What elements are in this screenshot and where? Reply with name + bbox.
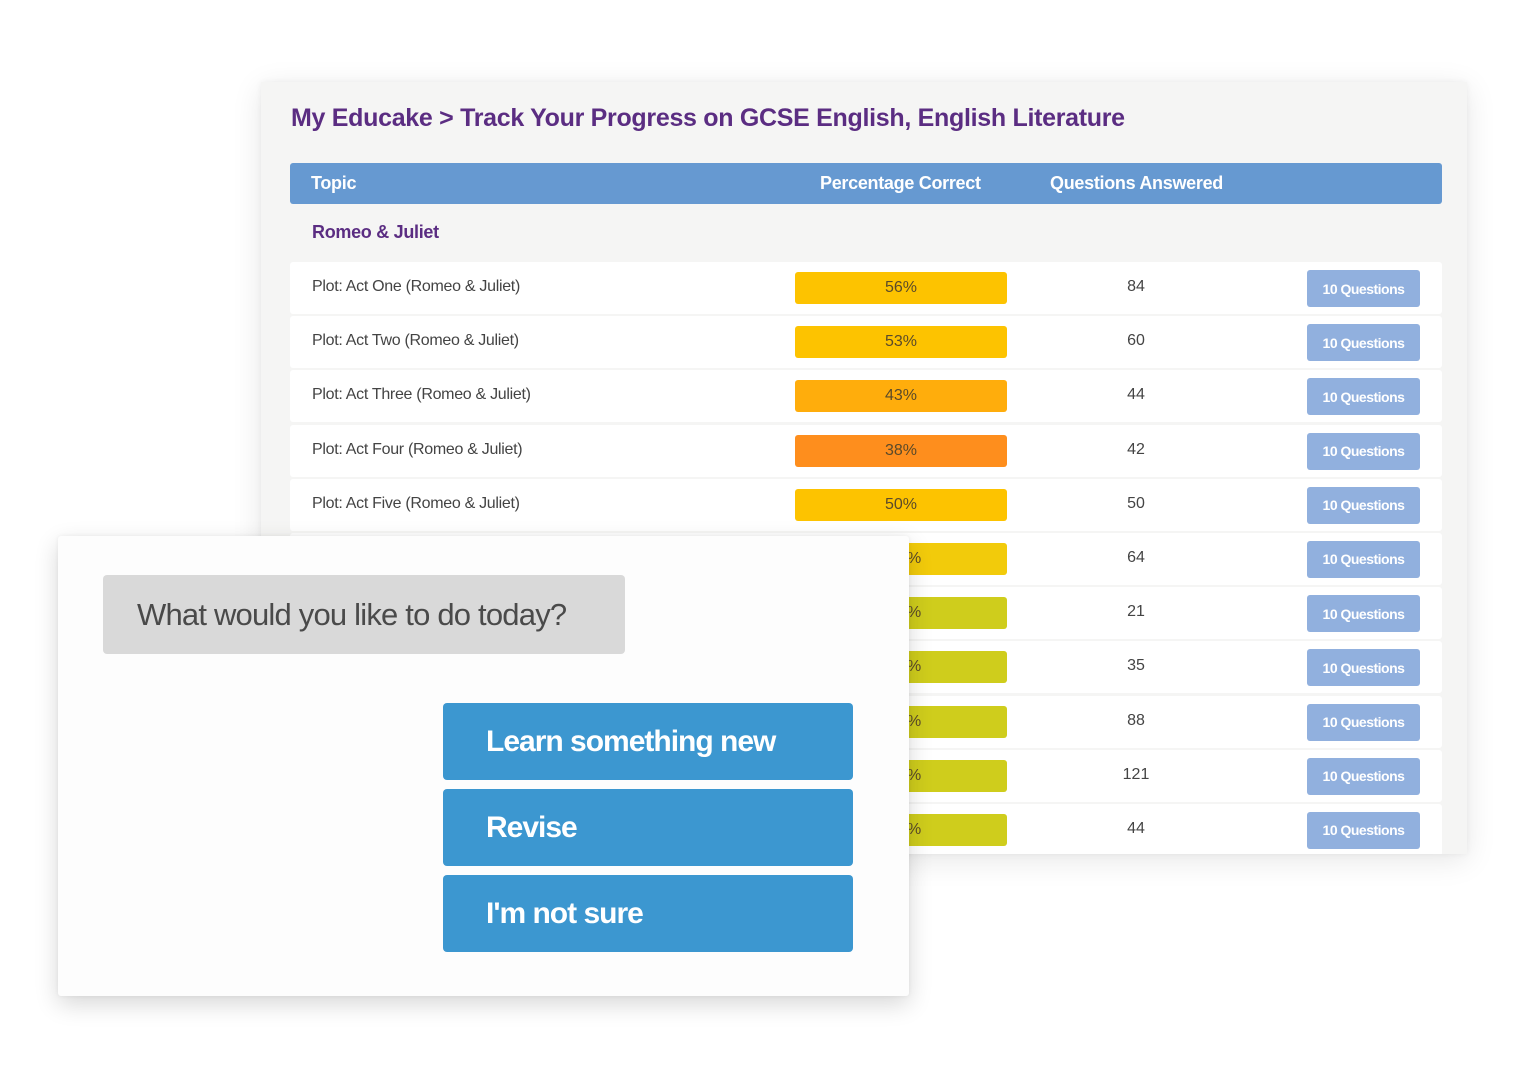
questions-answered-count: 50	[1127, 494, 1145, 512]
table-row: Plot: Act Five (Romeo & Juliet) 50% 50 10 Q…	[290, 478, 1442, 531]
ten-questions-button[interactable]: 10 Questions	[1307, 432, 1420, 470]
questions-answered-count: 21	[1127, 603, 1145, 621]
questions-answered-count: 64	[1127, 548, 1145, 566]
activity-chooser-panel: What would you like to do today? Learn s…	[58, 536, 909, 996]
questions-answered-count: 44	[1127, 819, 1145, 837]
topic-group-title: Romeo & Juliet	[312, 222, 439, 242]
ten-questions-button[interactable]: 10 Questions	[1307, 595, 1420, 633]
column-header-percentage: Percentage Correct	[820, 173, 981, 193]
questions-answered-count: 35	[1127, 657, 1145, 675]
questions-answered-count: 60	[1127, 332, 1145, 350]
revise-button[interactable]: Revise	[443, 789, 853, 866]
ten-questions-button[interactable]: 10 Questions	[1307, 703, 1420, 741]
percentage-bar: 50%	[795, 488, 1007, 521]
topic-name[interactable]: Plot: Act Three (Romeo & Juliet)	[312, 386, 531, 404]
table-row: Plot: Act One (Romeo & Juliet) 56% 84 10 Qu…	[290, 262, 1442, 314]
percentage-bar: 56%	[795, 272, 1007, 304]
prompt-text: What would you like to do today?	[137, 597, 567, 632]
ten-questions-button[interactable]: 10 Questions	[1307, 649, 1420, 687]
ten-questions-button[interactable]: 10 Questions	[1307, 757, 1420, 795]
table-row: Plot: Act Four (Romeo & Juliet) 38% 42 10 Q…	[290, 424, 1442, 477]
table-row: Plot: Act Three (Romeo & Juliet) 43% 44 10 …	[290, 370, 1442, 423]
questions-answered-count: 42	[1127, 440, 1145, 458]
ten-questions-button[interactable]: 10 Questions	[1307, 378, 1420, 416]
ten-questions-button[interactable]: 10 Questions	[1307, 270, 1420, 307]
table-row: Plot: Act Two (Romeo & Juliet) 53% 60 10 Qu…	[290, 316, 1442, 369]
topic-name[interactable]: Plot: Act Two (Romeo & Juliet)	[312, 332, 519, 350]
questions-answered-count: 121	[1122, 765, 1150, 783]
column-header-answered: Questions Answered	[1050, 173, 1223, 193]
percentage-bar: 38%	[795, 434, 1007, 467]
topic-name[interactable]: Plot: Act Five (Romeo & Juliet)	[312, 495, 520, 513]
table-header: Topic Percentage Correct Questions Answe…	[290, 163, 1442, 204]
column-header-topic: Topic	[311, 173, 357, 193]
breadcrumb: My Educake > Track Your Progress on GCSE…	[291, 104, 1125, 132]
ten-questions-button[interactable]: 10 Questions	[1307, 811, 1420, 849]
prompt-bubble: What would you like to do today?	[103, 575, 625, 654]
learn-something-new-button[interactable]: Learn something new	[443, 703, 853, 780]
topic-name[interactable]: Plot: Act One (Romeo & Juliet)	[312, 278, 520, 296]
questions-answered-count: 84	[1127, 278, 1145, 295]
questions-answered-count: 44	[1127, 386, 1145, 404]
ten-questions-button[interactable]: 10 Questions	[1307, 540, 1420, 578]
questions-answered-count: 88	[1127, 711, 1145, 729]
ten-questions-button[interactable]: 10 Questions	[1307, 324, 1420, 362]
percentage-bar: 43%	[795, 380, 1007, 413]
percentage-bar: 53%	[795, 326, 1007, 359]
topic-name[interactable]: Plot: Act Four (Romeo & Juliet)	[312, 441, 523, 459]
not-sure-button[interactable]: I'm not sure	[443, 875, 853, 952]
ten-questions-button[interactable]: 10 Questions	[1307, 486, 1420, 524]
